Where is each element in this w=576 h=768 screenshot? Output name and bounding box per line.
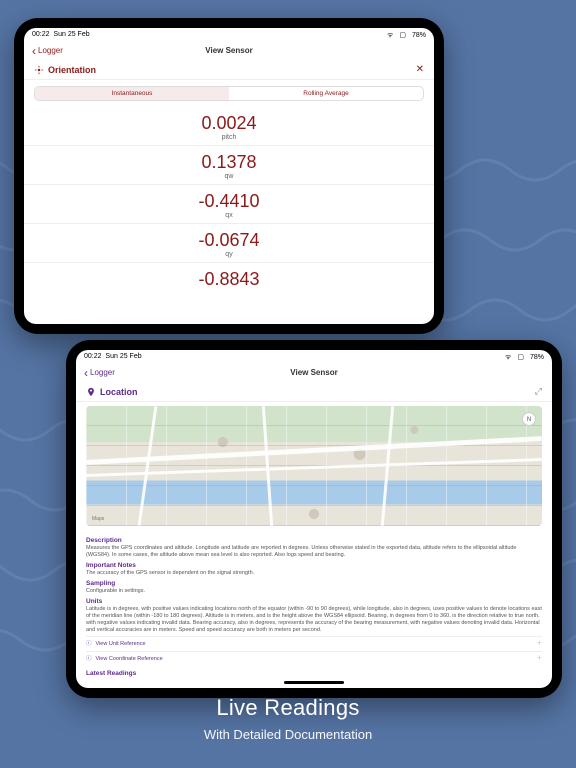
expand-icon[interactable]: ⤢ [535,386,542,397]
chevron-right-icon: ＋ [536,641,542,648]
reading-label: pitch [24,134,434,141]
reading-value: 0.1378 [24,152,434,173]
status-date: Sun 25 Feb [53,31,89,38]
units-text: Latitude is in degrees, with positive va… [86,606,542,634]
caption-title: Live Readings [0,695,576,721]
reading-value: -0.0674 [24,230,434,251]
seg-rolling[interactable]: Rolling Average [229,87,423,100]
documentation: Description Measures the GPS coordinates… [76,530,552,678]
caption-subtitle: With Detailed Documentation [0,727,576,742]
orientation-icon [34,65,44,75]
battery-icon: ▢ [399,32,406,39]
sensor-name: Location [100,387,138,397]
sensor-name: Orientation [48,65,96,75]
tablet-location: 00:22 Sun 25 Feb ᯤ ▢ 78% Logger View Sen… [66,340,562,698]
back-button[interactable]: Logger [84,366,115,380]
reading-value: -0.8843 [24,269,434,290]
compass-icon[interactable]: N [522,412,536,426]
status-date: Sun 25 Feb [105,353,141,360]
sensor-header: Location ⤢ [76,382,552,402]
home-indicator [284,681,344,684]
unit-reference-link[interactable]: ⓘ View Unit Reference ＋ [86,636,542,652]
status-bar: 00:22 Sun 25 Feb ᯤ ▢ 78% [76,350,552,365]
sampling-heading: Sampling [86,580,542,588]
desc-heading: Description [86,537,542,545]
map-attribution: Maps [92,516,104,522]
reading-row: -0.8843 [24,263,434,294]
marketing-caption: Live Readings With Detailed Documentatio… [0,695,576,742]
coordinate-reference-link[interactable]: ⓘ View Coordinate Reference ＋ [86,651,542,667]
readings-list: 0.0024 pitch 0.1378 qw -0.4410 qx -0.067… [24,107,434,324]
sampling-text: Configurable in settings. [86,588,542,595]
battery-percent: 78% [530,354,544,361]
reading-value: 0.0024 [24,113,434,134]
nav-title: View Sensor [290,368,337,377]
ref-label: View Unit Reference [96,641,146,648]
status-time: 00:22 [32,31,50,38]
status-bar: 00:22 Sun 25 Feb ᯤ ▢ 78% [24,28,434,43]
info-icon: ⓘ [86,656,92,663]
reading-label: qy [24,251,434,258]
desc-text: Measures the GPS coordinates and altitud… [86,545,542,559]
seg-instant[interactable]: Instantaneous [35,87,229,100]
close-icon[interactable]: ✕ [416,64,424,75]
info-icon: ⓘ [86,641,92,648]
reading-row: -0.4410 qx [24,185,434,224]
reading-row: 0.1378 qw [24,146,434,185]
notes-heading: Important Notes [86,562,542,570]
reading-label: qw [24,173,434,180]
ref-label: View Coordinate Reference [96,656,163,663]
back-button[interactable]: Logger [32,44,63,58]
wifi-icon: ᯤ [387,32,393,39]
segmented-control[interactable]: Instantaneous Rolling Average [34,86,424,101]
nav-title: View Sensor [205,46,252,55]
location-pin-icon [86,387,96,397]
navbar: Logger View Sensor [24,43,434,60]
reading-row: -0.0674 qy [24,224,434,263]
reading-value: -0.4410 [24,191,434,212]
reading-row: 0.0024 pitch [24,107,434,146]
chevron-right-icon: ＋ [536,656,542,663]
battery-percent: 78% [412,32,426,39]
navbar: Logger View Sensor [76,365,552,382]
map-view[interactable]: N Maps [86,406,542,526]
units-heading: Units [86,598,542,606]
status-time: 00:22 [84,353,102,360]
battery-icon: ▢ [517,354,524,361]
notes-text: The accuracy of the GPS sensor is depend… [86,570,542,577]
reading-label: qx [24,212,434,219]
latest-heading: Latest Readings [86,670,542,678]
tablet-orientation: 00:22 Sun 25 Feb ᯤ ▢ 78% Logger View Sen… [14,18,444,334]
sensor-header: Orientation ✕ [24,60,434,80]
wifi-icon: ᯤ [505,354,511,361]
